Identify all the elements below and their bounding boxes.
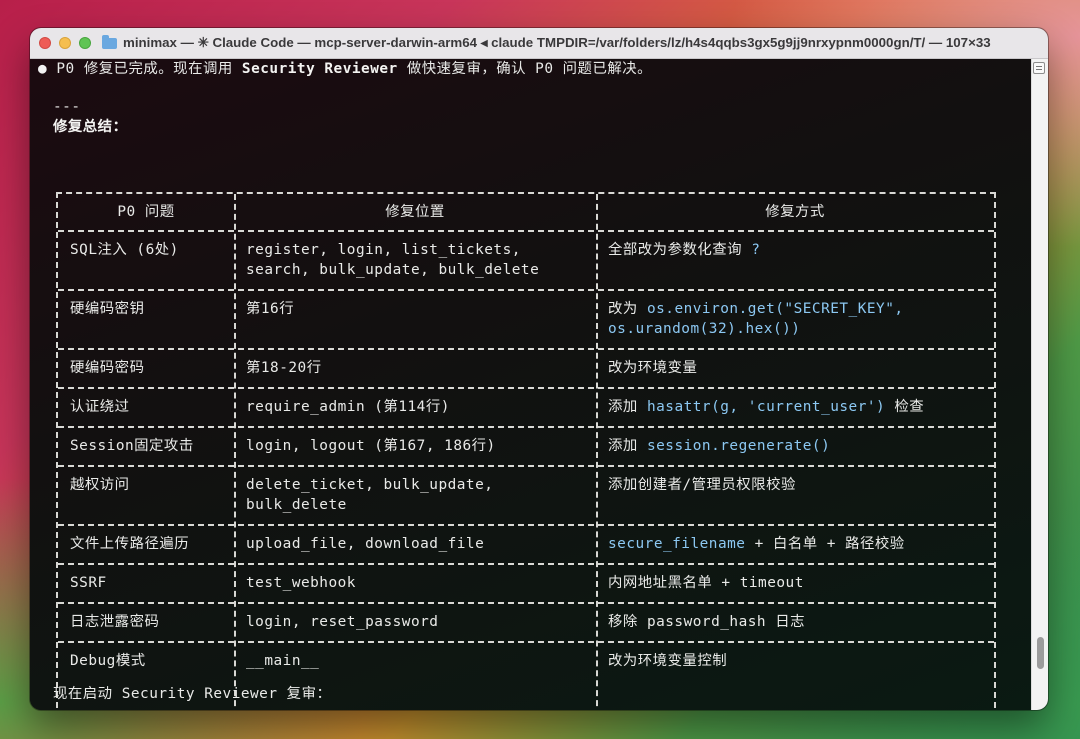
fix-text: 添加创建者/管理员权限校验 — [608, 477, 796, 493]
issue-cell: Session固定攻击 — [70, 438, 194, 454]
fix-text: 检查 — [885, 399, 925, 415]
fix-cell: 移除 password_hash 日志 — [608, 612, 805, 632]
fix-cell: 全部改为参数化查询 ? — [608, 240, 760, 260]
fix-cell: 添加创建者/管理员权限校验 — [608, 475, 796, 495]
location-cell: login, reset_password — [246, 614, 439, 630]
code-snippet: session.regenerate() — [646, 438, 831, 454]
location-cell: upload_file, download_file — [246, 536, 485, 552]
code-snippet: ? — [751, 242, 761, 258]
location-cell: require_admin (第114行) — [246, 399, 450, 415]
status-line: ● P0 修复已完成。现在调用 Security Reviewer 做快速复审，… — [38, 59, 652, 79]
issue-cell: SSRF — [70, 575, 107, 591]
separator-line: --- — [53, 99, 81, 115]
issue-cell: Debug模式 — [70, 653, 146, 669]
code-snippet: secure_filename — [608, 536, 746, 552]
terminal-window: minimax — ✳ Claude Code — mcp-server-dar… — [30, 28, 1048, 710]
location-cell: test_webhook — [246, 575, 356, 591]
row-divider — [58, 465, 994, 467]
row-divider — [58, 602, 994, 604]
fix-summary-table: P0 问题 修复位置 修复方式 SQL注入 (6处) register, login, … — [56, 192, 996, 710]
status-suffix: 做快速复审，确认 P0 问题已解决。 — [397, 61, 653, 77]
zoom-button[interactable] — [79, 37, 91, 49]
summary-heading: 修复总结： — [53, 119, 128, 135]
issue-cell: 硬编码密码 — [70, 360, 145, 376]
issue-cell: 越权访问 — [70, 477, 130, 493]
issue-cell: 日志泄露密码 — [70, 614, 160, 630]
window-title: minimax — ✳ Claude Code — mcp-server-dar… — [123, 35, 991, 50]
scrollbar-thumb[interactable] — [1037, 637, 1044, 669]
status-prefix: P0 修复已完成。现在调用 — [56, 61, 242, 77]
location-cell: delete_ticket, bulk_update, — [246, 477, 494, 493]
fix-cell: 内网地址黑名单 + timeout — [608, 573, 804, 593]
fix-cell: secure_filename + 白名单 + 路径校验 — [608, 534, 905, 554]
row-divider — [58, 289, 994, 291]
row-divider — [58, 348, 994, 350]
close-button[interactable] — [39, 37, 51, 49]
status-bold: Security Reviewer — [241, 61, 398, 77]
fix-text: 内网地址黑名单 + timeout — [608, 575, 804, 591]
location-cell: login, logout (第167, 186行) — [246, 438, 496, 454]
fix-text: 改为 — [608, 301, 647, 317]
fix-text: 添加 — [608, 438, 647, 454]
row-divider — [58, 524, 994, 526]
fix-cell: 改为环境变量 — [608, 358, 697, 378]
bullet-icon: ● — [38, 61, 48, 77]
table-header: P0 问题 — [117, 204, 175, 220]
minimize-button[interactable] — [59, 37, 71, 49]
table-header: 修复方式 — [765, 204, 825, 220]
issue-cell: 认证绕过 — [70, 399, 130, 415]
location-cell: __main__ — [246, 653, 320, 669]
row-divider — [58, 563, 994, 565]
folder-icon — [102, 34, 117, 49]
scrollbar[interactable] — [1031, 59, 1048, 710]
code-snippet: os.environ.get("SECRET_KEY", — [646, 301, 904, 317]
row-divider — [58, 426, 994, 428]
traffic-lights — [39, 37, 91, 49]
code-snippet: hasattr(g, 'current_user') — [646, 399, 886, 415]
title-bar[interactable]: minimax — ✳ Claude Code — mcp-server-dar… — [30, 28, 1048, 59]
fix-cell: 添加 session.regenerate() — [608, 436, 830, 456]
row-divider — [58, 641, 994, 643]
fix-text: 改为环境变量控制 — [608, 653, 728, 669]
terminal-content[interactable]: ● P0 修复已完成。现在调用 Security Reviewer 做快速复审，… — [30, 59, 1048, 710]
location-cell: search, bulk_update, bulk_delete — [246, 262, 540, 278]
column-divider — [234, 194, 236, 710]
fix-text: 改为环境变量 — [608, 360, 698, 376]
fix-cell: 改为环境变量控制 — [608, 651, 727, 671]
column-divider — [596, 194, 598, 710]
fix-text: 添加 — [608, 399, 647, 415]
issue-cell: 文件上传路径遍历 — [70, 536, 190, 552]
location-cell: register, login, list_tickets, — [246, 242, 521, 258]
fix-cell: 改为 os.environ.get("SECRET_KEY", — [608, 299, 904, 319]
code-snippet: os.urandom(32).hex()) — [608, 321, 801, 337]
row-divider — [58, 230, 994, 232]
fix-text: 全部改为参数化查询 — [608, 242, 752, 258]
fix-text: + 白名单 + 路径校验 — [745, 536, 905, 552]
row-divider — [58, 387, 994, 389]
location-cell: 第16行 — [246, 301, 295, 317]
issue-cell: 硬编码密钥 — [70, 301, 145, 317]
bottom-line: 现在启动 Security Reviewer 复审： — [53, 686, 332, 702]
location-cell: 第18-20行 — [246, 360, 322, 376]
location-cell: bulk_delete — [246, 497, 347, 513]
menu-icon[interactable] — [1033, 62, 1045, 74]
fix-cell: os.urandom(32).hex()) — [608, 319, 800, 339]
fix-text: 移除 password_hash 日志 — [608, 614, 806, 630]
fix-cell: 添加 hasattr(g, 'current_user') 检查 — [608, 397, 924, 417]
issue-cell: SQL注入 (6处) — [70, 242, 179, 258]
table-header: 修复位置 — [385, 204, 445, 220]
